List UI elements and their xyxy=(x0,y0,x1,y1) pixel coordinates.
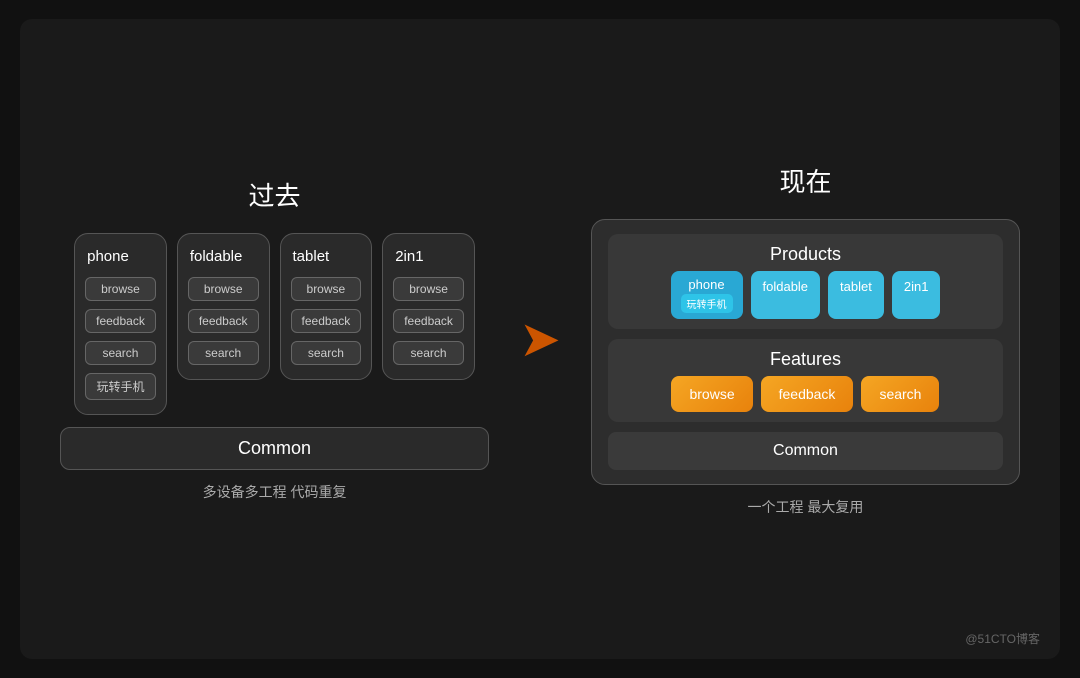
pill-2in1-search: search xyxy=(393,341,464,365)
device-title-tablet: tablet xyxy=(291,248,330,265)
main-content: 过去 phone browse feedback search 玩转手机 fol… xyxy=(60,162,1020,517)
arrow-icon: ➤ xyxy=(519,310,561,368)
present-title: 现在 xyxy=(779,162,831,199)
device-columns: phone browse feedback search 玩转手机 foldab… xyxy=(74,233,475,415)
products-label: Products xyxy=(620,244,991,265)
device-card-foldable: foldable browse feedback search xyxy=(177,233,270,380)
present-subtitle: 一个工程 最大复用 xyxy=(748,497,864,517)
feature-row: browse feedback search xyxy=(620,376,991,412)
device-title-phone: phone xyxy=(85,248,129,265)
pill-foldable-feedback: feedback xyxy=(188,309,259,333)
pill-2in1-browse: browse xyxy=(393,277,464,301)
pill-phone-browse: browse xyxy=(85,277,156,301)
right-container: Products phone 玩转手机 foldable tablet 2in1… xyxy=(591,219,1020,485)
product-phone-sublabel: 玩转手机 xyxy=(681,294,733,313)
device-card-phone: phone browse feedback search 玩转手机 xyxy=(74,233,167,415)
features-label: Features xyxy=(620,349,991,370)
past-section: 过去 phone browse feedback search 玩转手机 fol… xyxy=(60,176,489,502)
pill-phone-search: search xyxy=(85,341,156,365)
product-chip-tablet: tablet xyxy=(828,271,884,319)
features-section: Features browse feedback search xyxy=(608,339,1003,422)
pill-phone-feedback: feedback xyxy=(85,309,156,333)
device-title-foldable: foldable xyxy=(188,248,243,265)
pill-tablet-search: search xyxy=(291,341,362,365)
feature-chip-search: search xyxy=(861,376,939,412)
present-section: 现在 Products phone 玩转手机 foldable tablet 2… xyxy=(591,162,1020,517)
slide: 过去 phone browse feedback search 玩转手机 fol… xyxy=(20,19,1060,659)
watermark: @51CTO博客 xyxy=(965,630,1040,647)
products-section: Products phone 玩转手机 foldable tablet 2in1 xyxy=(608,234,1003,329)
products-row: phone 玩转手机 foldable tablet 2in1 xyxy=(620,271,991,319)
pill-2in1-feedback: feedback xyxy=(393,309,464,333)
pill-phone-special: 玩转手机 xyxy=(85,373,156,400)
pill-tablet-browse: browse xyxy=(291,277,362,301)
feature-chip-feedback: feedback xyxy=(761,376,854,412)
feature-chip-browse: browse xyxy=(671,376,752,412)
past-common-bar: Common xyxy=(60,427,489,470)
past-common-label: Common xyxy=(238,438,311,458)
pill-foldable-search: search xyxy=(188,341,259,365)
present-common-bar: Common xyxy=(608,432,1003,470)
product-chip-phone: phone 玩转手机 xyxy=(671,271,743,319)
past-title: 过去 xyxy=(249,176,301,213)
device-card-tablet: tablet browse feedback search xyxy=(280,233,373,380)
product-chip-2in1: 2in1 xyxy=(892,271,941,319)
device-title-2in1: 2in1 xyxy=(393,248,423,265)
product-phone-label: phone xyxy=(688,277,724,292)
pill-tablet-feedback: feedback xyxy=(291,309,362,333)
present-common-label: Common xyxy=(773,442,838,459)
product-chip-foldable: foldable xyxy=(751,271,821,319)
past-subtitle: 多设备多工程 代码重复 xyxy=(203,482,347,502)
device-card-2in1: 2in1 browse feedback search xyxy=(382,233,475,380)
pill-foldable-browse: browse xyxy=(188,277,259,301)
